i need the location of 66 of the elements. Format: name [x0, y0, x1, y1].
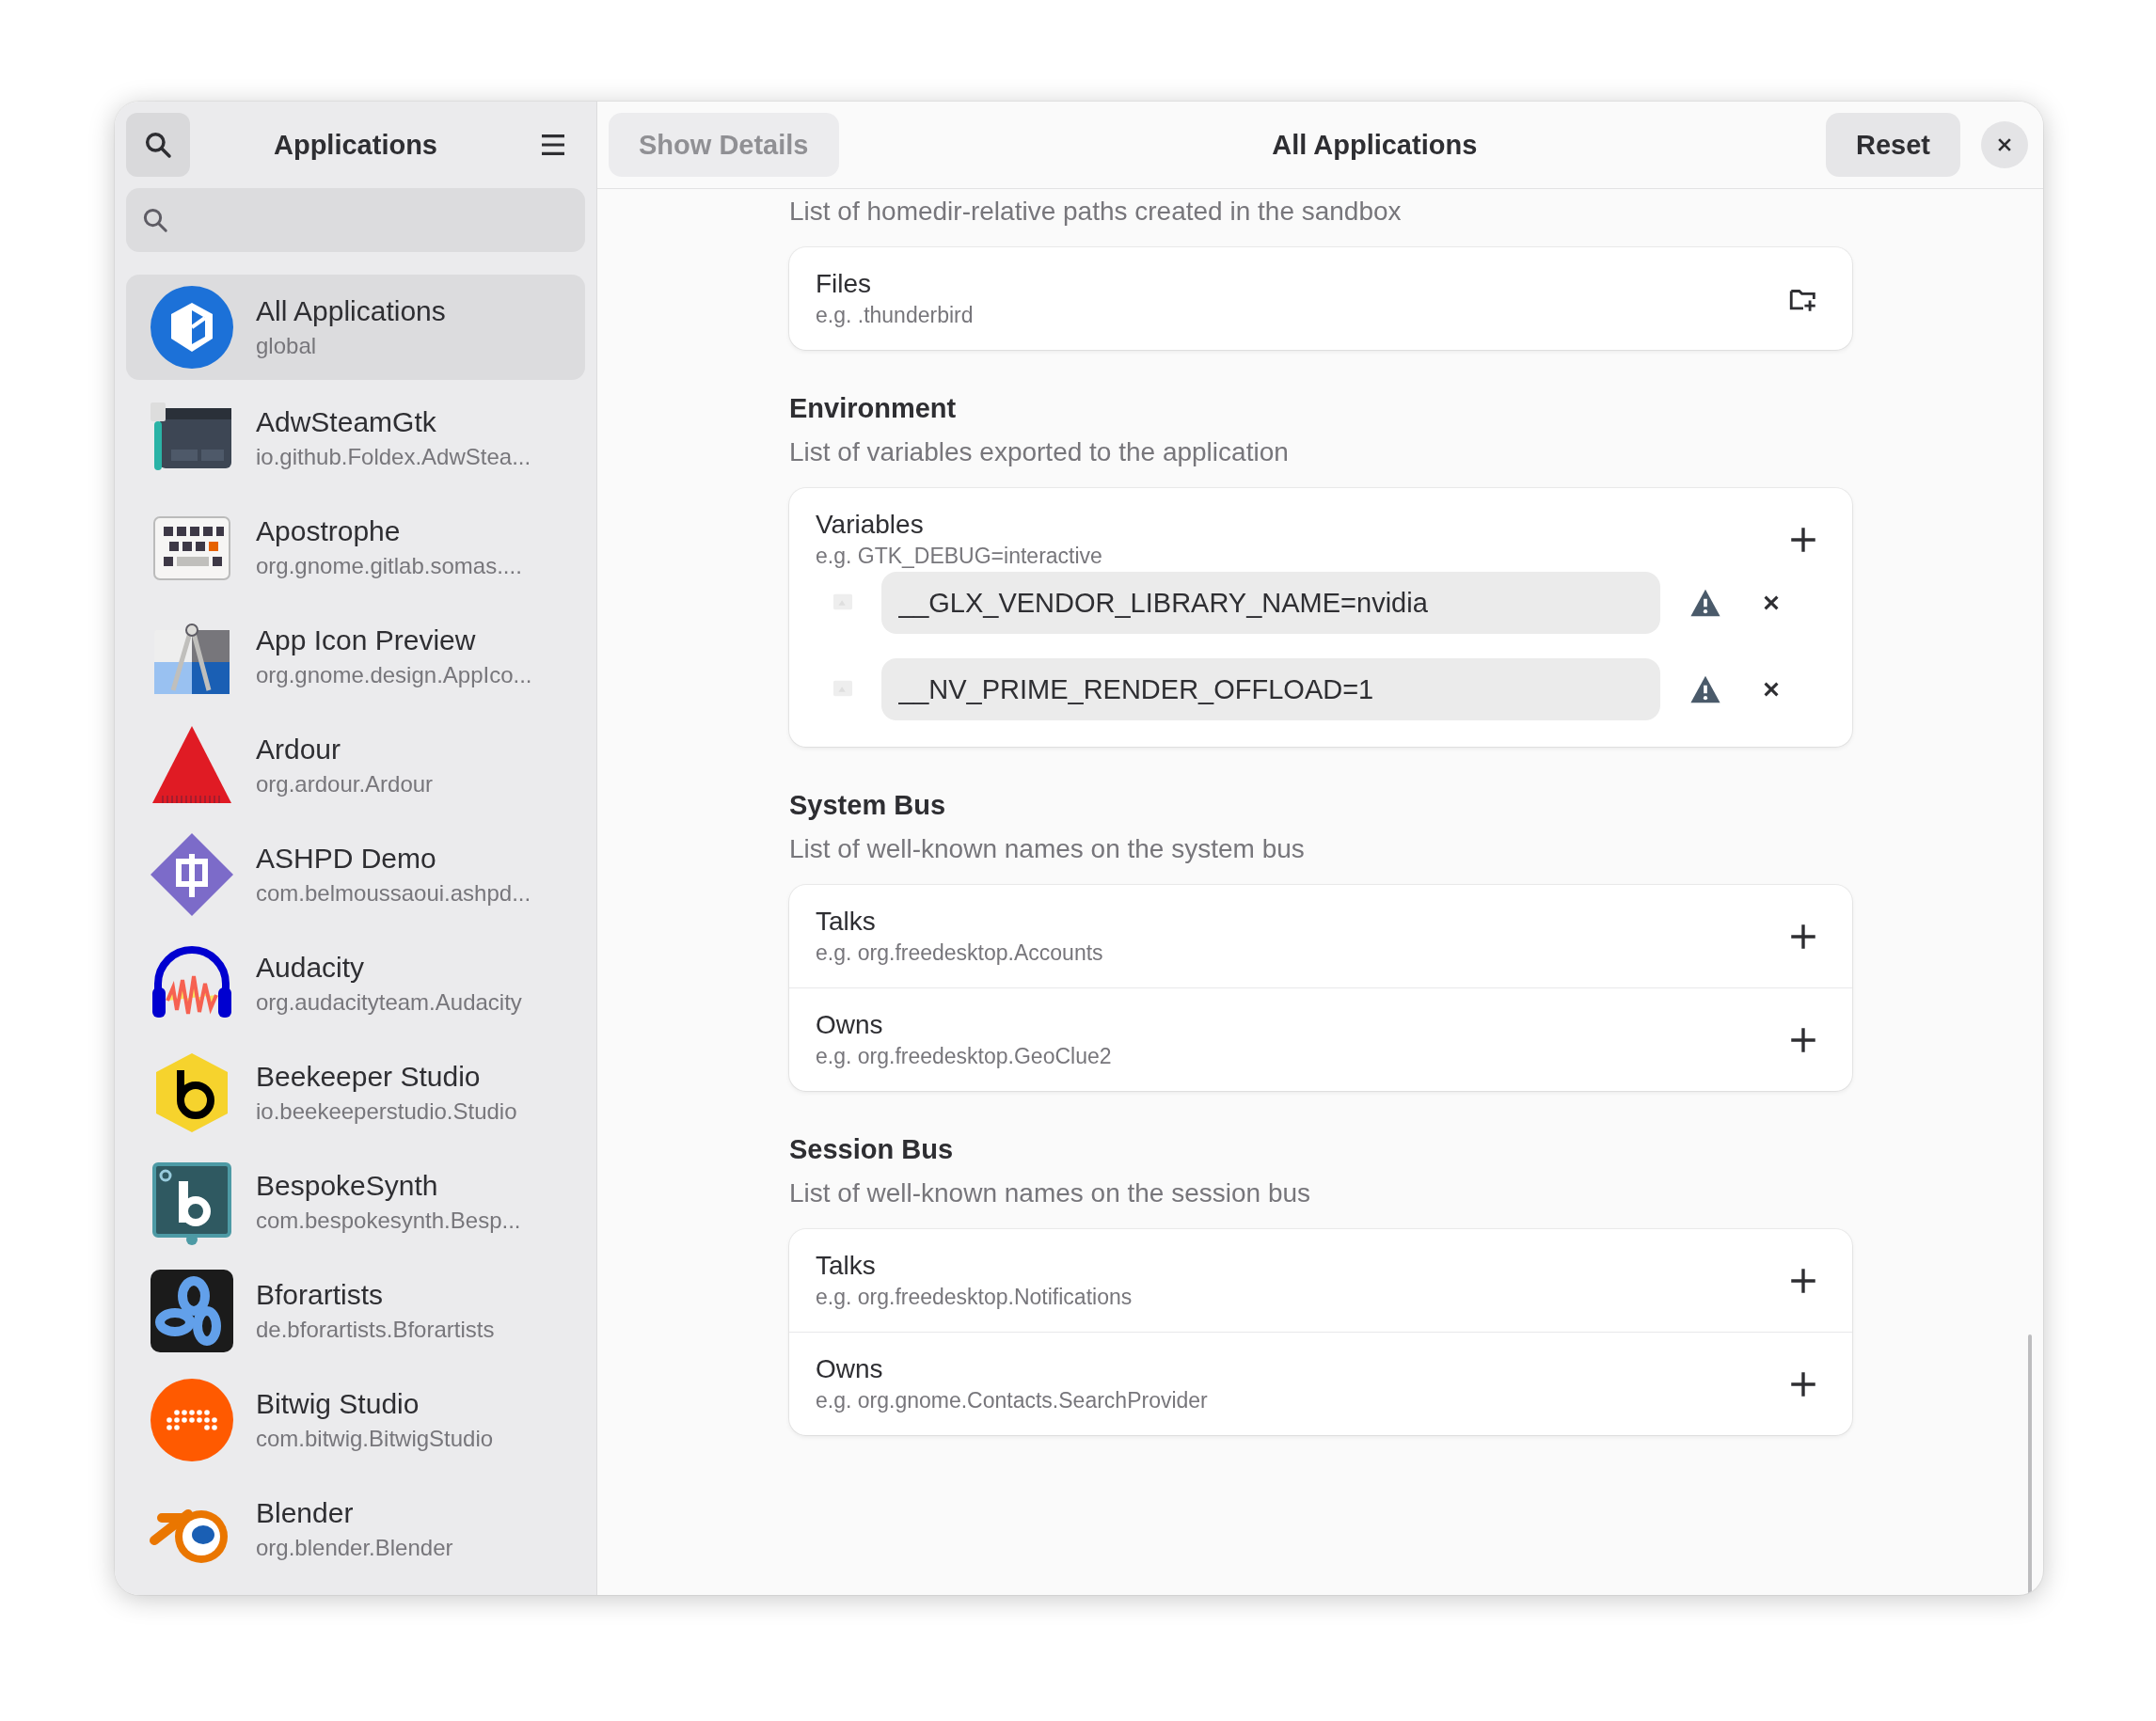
app-name: AdwSteamGtk [256, 406, 437, 438]
app-list-item[interactable]: All Applications global [126, 275, 585, 380]
row-title: Files [816, 269, 873, 299]
app-list-item[interactable]: Ardour org.ardour.Ardour [126, 711, 585, 820]
search-icon [143, 130, 173, 160]
page-title: All Applications [1271, 129, 1479, 161]
reset-button[interactable]: Reset [1826, 113, 1960, 177]
app-id: com.bespokesynth.Besp... [256, 1208, 521, 1234]
app-id: com.bitwig.BitwigStudio [256, 1426, 494, 1452]
app-list-item[interactable]: Beekeeper Studio io.beekeeperstudio.Studio [126, 1038, 585, 1147]
app-name: App Icon Preview [256, 624, 477, 656]
section-description: List of well-known names on the session bus [789, 1178, 1312, 1208]
row-hint: e.g. .thunderbird [816, 303, 975, 328]
row-hint: e.g. org.freedesktop.GeoClue2 [816, 1044, 1113, 1069]
app-id: de.bforartists.Bforartists [256, 1317, 495, 1343]
search-button[interactable] [126, 113, 190, 177]
row-title: Owns [816, 1354, 884, 1384]
app-id: org.audacityteam.Audacity [256, 989, 522, 1016]
row-hint: e.g. GTK_DEBUG=interactive [816, 544, 1103, 569]
app-id: com.belmoussaoui.ashpd... [256, 880, 531, 907]
app-name: Bitwig Studio [256, 1388, 420, 1420]
app-id: org.ardour.Ardour [256, 771, 434, 797]
app-list-item[interactable]: BespokeSynth com.bespokesynth.Besp... [126, 1147, 585, 1256]
section-heading: Session Bus [789, 1134, 955, 1165]
search-icon [141, 206, 169, 234]
close-button[interactable] [1981, 121, 2028, 168]
row-hint: e.g. org.gnome.Contacts.SearchProvider [816, 1388, 1209, 1413]
app-name: ASHPD Demo [256, 843, 437, 875]
row-title: Talks [816, 907, 877, 937]
app-id: global [256, 333, 318, 359]
row-hint: e.g. org.freedesktop.Notifications [816, 1285, 1133, 1310]
app-list-item[interactable]: ASHPD Demo com.belmoussaoui.ashpd... [126, 820, 585, 929]
app-list-item[interactable]: AdwSteamGtk io.github.Foldex.AdwStea... [126, 384, 585, 493]
app-id: org.blender.Blender [256, 1535, 453, 1561]
app-id: io.github.Foldex.AdwStea... [256, 444, 531, 470]
section-description: List of variables exported to the application [789, 437, 1290, 467]
variable-field[interactable]: __NV_PRIME_RENDER_OFFLOAD=1 [881, 658, 1660, 720]
app-name: Beekeeper Studio [256, 1061, 482, 1093]
app-id: io.beekeeperstudio.Studio [256, 1098, 517, 1125]
app-name: Apostrophe [256, 515, 402, 547]
app-id: org.gnome.gitlab.somas.... [256, 553, 522, 579]
sidebar-title: Applications [273, 129, 438, 161]
app-name: Audacity [256, 952, 366, 984]
app-name: All Applications [256, 295, 446, 327]
app-name: Bforartists [256, 1279, 385, 1311]
section-description: List of homedir-relative paths created in the sandbox [789, 197, 1403, 227]
section-description: List of well-known names on the system bus [789, 834, 1306, 864]
app-list-item[interactable]: Bitwig Studio com.bitwig.BitwigStudio [126, 1366, 585, 1475]
search-field[interactable] [126, 188, 585, 252]
row-title: Owns [816, 1010, 884, 1040]
section-heading: System Bus [789, 790, 946, 821]
app-list-item[interactable]: Bforartists de.bforartists.Bforartists [126, 1256, 585, 1366]
variable-field[interactable]: __GLX_VENDOR_LIBRARY_NAME=nvidia [881, 572, 1660, 634]
app-name: Blender [256, 1497, 355, 1529]
app-list-item[interactable]: Audacity org.audacityteam.Audacity [126, 929, 585, 1038]
row-hint: e.g. org.freedesktop.Accounts [816, 940, 1104, 966]
row-title: Talks [816, 1251, 877, 1281]
app-name: BespokeSynth [256, 1170, 439, 1202]
app-list-item[interactable]: App Icon Preview org.gnome.design.AppIco... [126, 602, 585, 711]
app-name: Ardour [256, 734, 342, 766]
section-heading: Environment [789, 393, 958, 424]
row-title: Variables [816, 510, 925, 540]
app-list-item[interactable]: Blender org.blender.Blender [126, 1475, 585, 1584]
scrollbar[interactable] [2028, 1334, 2032, 1595]
app-list-item[interactable]: Apostrophe org.gnome.gitlab.somas.... [126, 493, 585, 602]
app-id: org.gnome.design.AppIco... [256, 662, 532, 688]
